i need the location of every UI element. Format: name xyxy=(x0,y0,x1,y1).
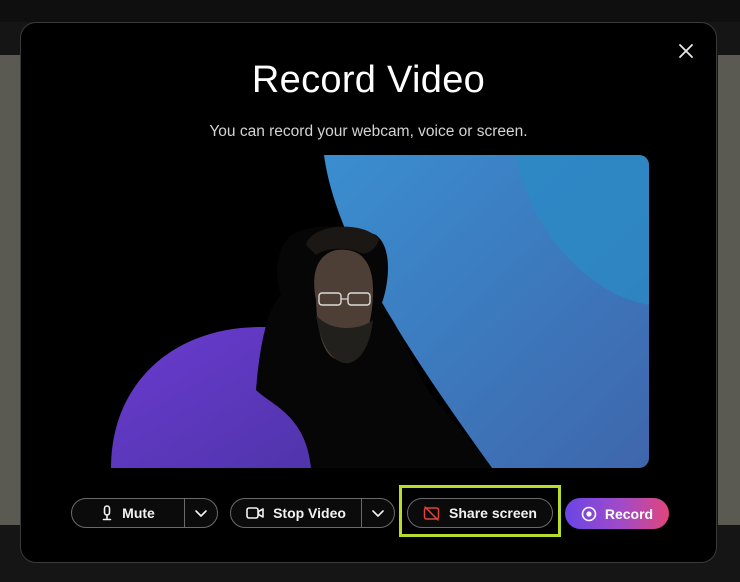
chevron-down-icon xyxy=(372,510,384,517)
chevron-down-icon xyxy=(195,510,207,517)
mute-button[interactable]: Mute xyxy=(72,499,184,527)
record-label: Record xyxy=(604,505,654,522)
mute-label: Mute xyxy=(122,505,155,521)
microphone-icon xyxy=(102,505,112,521)
share-screen-main[interactable]: Share screen xyxy=(408,499,552,527)
screen-share-off-icon xyxy=(423,505,440,521)
record-button[interactable]: Record xyxy=(565,498,669,529)
page-backdrop-right xyxy=(718,55,740,525)
stop-video-label: Stop Video xyxy=(273,505,346,521)
video-camera-icon xyxy=(246,507,264,519)
share-screen-button[interactable]: Share screen xyxy=(407,498,553,528)
video-control: Stop Video xyxy=(230,498,395,528)
webcam-preview xyxy=(111,155,649,468)
mute-options-button[interactable] xyxy=(184,499,217,527)
record-icon xyxy=(581,506,597,521)
video-options-button[interactable] xyxy=(361,499,394,527)
page-backdrop-left xyxy=(0,55,22,525)
share-screen-label: Share screen xyxy=(449,505,537,521)
mute-control: Mute xyxy=(71,498,218,528)
dialog-title: Record Video xyxy=(251,59,486,101)
close-icon xyxy=(679,44,693,58)
page-backdrop-top xyxy=(0,0,740,22)
recording-controls: Mute Stop Video Share screen Record xyxy=(21,485,716,537)
webcam-preview-image xyxy=(111,155,649,468)
dialog-subtitle: You can record your webcam, voice or scr… xyxy=(209,123,528,140)
stop-video-button[interactable]: Stop Video xyxy=(231,499,361,527)
record-video-dialog: Record Video You can record your webcam,… xyxy=(20,22,717,563)
